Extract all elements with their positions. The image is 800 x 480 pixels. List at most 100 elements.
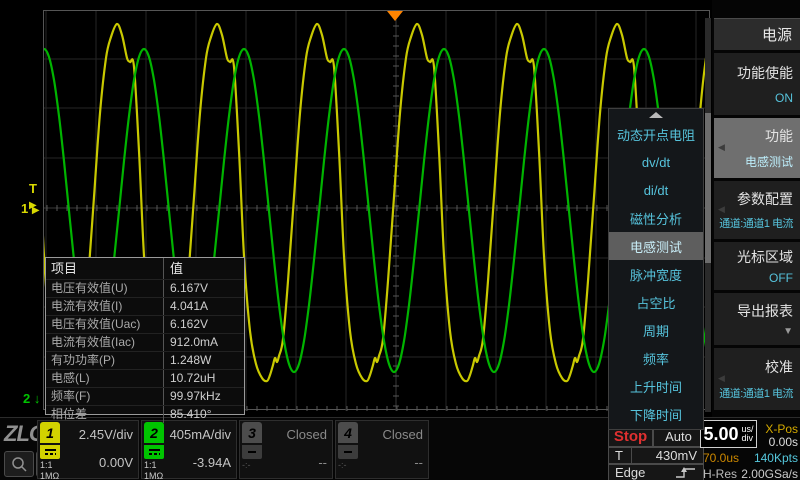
sidebar-item-function[interactable]: ◀ 功能 电感测试 (714, 118, 800, 178)
record-length: 140Kpts (740, 451, 798, 465)
channel4-probe: -:- (338, 461, 359, 470)
measurement-panel[interactable]: 项目 值 电压有效值(U)6.167V 电流有效值(I)4.041A 电压有效值… (45, 257, 245, 415)
channel3-block[interactable]: 3 -:- Closed -- (239, 420, 333, 479)
timebase-box[interactable]: 5.00 us/div (700, 420, 757, 448)
channel3-values: Closed -- (264, 421, 327, 478)
channel2-coupling-icon (144, 445, 164, 459)
measurement-header: 项目 值 (46, 258, 244, 279)
measurement-label: 电压有效值(Uac) (46, 316, 164, 333)
xpos-label: X-Pos (760, 422, 798, 436)
menu-item-period[interactable]: 周期 (609, 317, 703, 345)
menu-item-rise-time[interactable]: 上升时间 (609, 373, 703, 401)
measurement-row: 电流有效值(I)4.041A (46, 297, 244, 315)
channel2-impedance: 1MΩ (144, 472, 165, 480)
acquisition-status-label: Stop (614, 428, 647, 445)
ch1-ground-arrow-icon: ▶ (32, 205, 40, 216)
channel1-impedance: 1MΩ (40, 472, 61, 480)
sidebar-item-cursor-area[interactable]: 光标区域 OFF (714, 242, 800, 290)
sidebar-menu: 电源 功能使能 ON ◀ 功能 电感测试 ◀ 参数配置 通道:通道1 电流 光标… (712, 0, 800, 417)
measurement-row: 电感(L)10.72uH (46, 369, 244, 387)
channel3-coupling-icon (242, 445, 262, 459)
sidebar-item-parameter-config[interactable]: ◀ 参数配置 通道:通道1 电流 (714, 181, 800, 239)
xpos-value: 0.00s (760, 435, 798, 449)
sidebar-item-value: 通道:通道1 电流 (719, 385, 793, 401)
ch1-ground-label: 1 (21, 201, 28, 216)
sidebar-item-label: 功能使能 (737, 63, 793, 83)
sample-rate: 2.00GSa/s (736, 467, 798, 480)
sidebar-item-label: 功能 (765, 126, 793, 146)
oscilloscope-screen: T ▶ 1 ▶ 2 ↓ 项目 值 电压有效值(U)6.167V 电流有效值(I)… (0, 0, 800, 480)
channel2-scale: 405mA/div (170, 427, 231, 442)
menu-scrollbar[interactable] (705, 18, 711, 412)
collapse-arrow-icon: ◀ (718, 142, 725, 153)
measurement-label: 相位差 (46, 406, 164, 423)
channel2-values: 405mA/div -3.94A (166, 421, 231, 478)
ch2-ground-marker[interactable]: 2 ↓ (23, 391, 40, 406)
hres-label: H-Res (703, 467, 737, 480)
sidebar-item-function-enable[interactable]: 功能使能 ON (714, 53, 800, 115)
sidebar-item-value: 电感测试 (745, 153, 793, 170)
menu-scrollbar-thumb[interactable] (705, 113, 711, 263)
measurement-value: 10.72uH (164, 370, 244, 387)
menu-item-fall-time[interactable]: 下降时间 (609, 401, 703, 429)
channel1-block[interactable]: 1 1:1 1MΩ 2.45V/div 0.00V (37, 420, 139, 479)
menu-item-magnetic-analysis[interactable]: 磁性分析 (609, 204, 703, 232)
measurement-value: 85.410° (164, 406, 244, 423)
measurement-value: 1.248W (164, 352, 244, 369)
menu-item-dynamic-on-resistance[interactable]: 动态开点电阻 (609, 120, 703, 148)
measurement-value: 6.167V (164, 280, 244, 297)
sidebar-item-label: 参数配置 (737, 189, 793, 209)
measurement-label: 有功功率(P) (46, 352, 164, 369)
menu-item-duty-cycle[interactable]: 占空比 (609, 289, 703, 317)
menu-item-pulse-width[interactable]: 脉冲宽度 (609, 260, 703, 288)
trigger-position-marker[interactable] (387, 11, 403, 21)
trigger-level-value: 430mV (656, 448, 697, 463)
channel3-offset: -- (318, 455, 327, 470)
chevron-down-icon: ▼ (783, 326, 793, 337)
channel4-offset: -- (414, 455, 423, 470)
channel4-values: Closed -- (360, 421, 423, 478)
channel1-badge: 1 1:1 1MΩ (40, 422, 61, 480)
rising-edge-icon (675, 466, 697, 479)
sidebar-item-calibration[interactable]: ◀ 校准 通道:通道1 电流 (714, 348, 800, 410)
touch-icon (10, 456, 28, 472)
dropdown-scroll-up[interactable] (609, 109, 703, 120)
channel2-badge: 2 1:1 1MΩ (144, 422, 165, 480)
channel3-scale: Closed (287, 427, 327, 442)
ch1-ground-marker[interactable]: 1 ▶ (21, 201, 40, 216)
channel1-probe: 1:1 (40, 461, 61, 470)
measurement-label: 电压有效值(U) (46, 280, 164, 297)
channel1-values: 2.45V/div 0.00V (62, 421, 133, 478)
trigger-level-label: T (29, 181, 37, 196)
function-dropdown-menu: 动态开点电阻 dv/dt di/dt 磁性分析 电感测试 脉冲宽度 占空比 周期… (608, 108, 704, 430)
measurement-value: 99.97kHz (164, 388, 244, 405)
menu-item-frequency[interactable]: 频率 (609, 345, 703, 373)
sidebar-item-value: 通道:通道1 电流 (719, 215, 793, 231)
sidebar-item-export-report[interactable]: 导出报表 ▼ (714, 293, 800, 345)
menu-item-didt[interactable]: di/dt (609, 176, 703, 204)
trigger-level-readout[interactable]: T 430mV (608, 447, 704, 464)
measurement-value: 4.041A (164, 298, 244, 315)
touch-gesture-button[interactable] (4, 451, 34, 477)
channel3-number: 3 (242, 422, 262, 443)
channel4-number: 4 (338, 422, 358, 443)
capture-window: 70.0us (703, 451, 739, 465)
measurement-row: 电压有效值(Uac)6.162V (46, 315, 244, 333)
menu-item-inductance-test[interactable]: 电感测试 (609, 232, 703, 260)
channel2-offset: -3.94A (193, 455, 231, 470)
channel3-probe: -:- (242, 461, 263, 470)
sidebar-item-value: ON (775, 91, 793, 105)
scroll-up-icon (649, 112, 663, 118)
channel4-scale: Closed (383, 427, 423, 442)
channel1-offset: 0.00V (99, 455, 133, 470)
trigger-type-label: Edge (615, 465, 645, 480)
sidebar-title-power: 电源 (714, 18, 800, 50)
measurement-label: 电流有效值(Iac) (46, 334, 164, 351)
trigger-type-button[interactable]: Edge (608, 464, 704, 480)
measurement-row: 频率(F)99.97kHz (46, 387, 244, 405)
collapse-arrow-icon: ◀ (718, 204, 725, 215)
channel4-block[interactable]: 4 -:- Closed -- (335, 420, 429, 479)
menu-item-dvdt[interactable]: dv/dt (609, 148, 703, 176)
channel2-block[interactable]: 2 1:1 1MΩ 405mA/div -3.94A (141, 420, 237, 479)
channel3-badge: 3 -:- (242, 422, 263, 470)
